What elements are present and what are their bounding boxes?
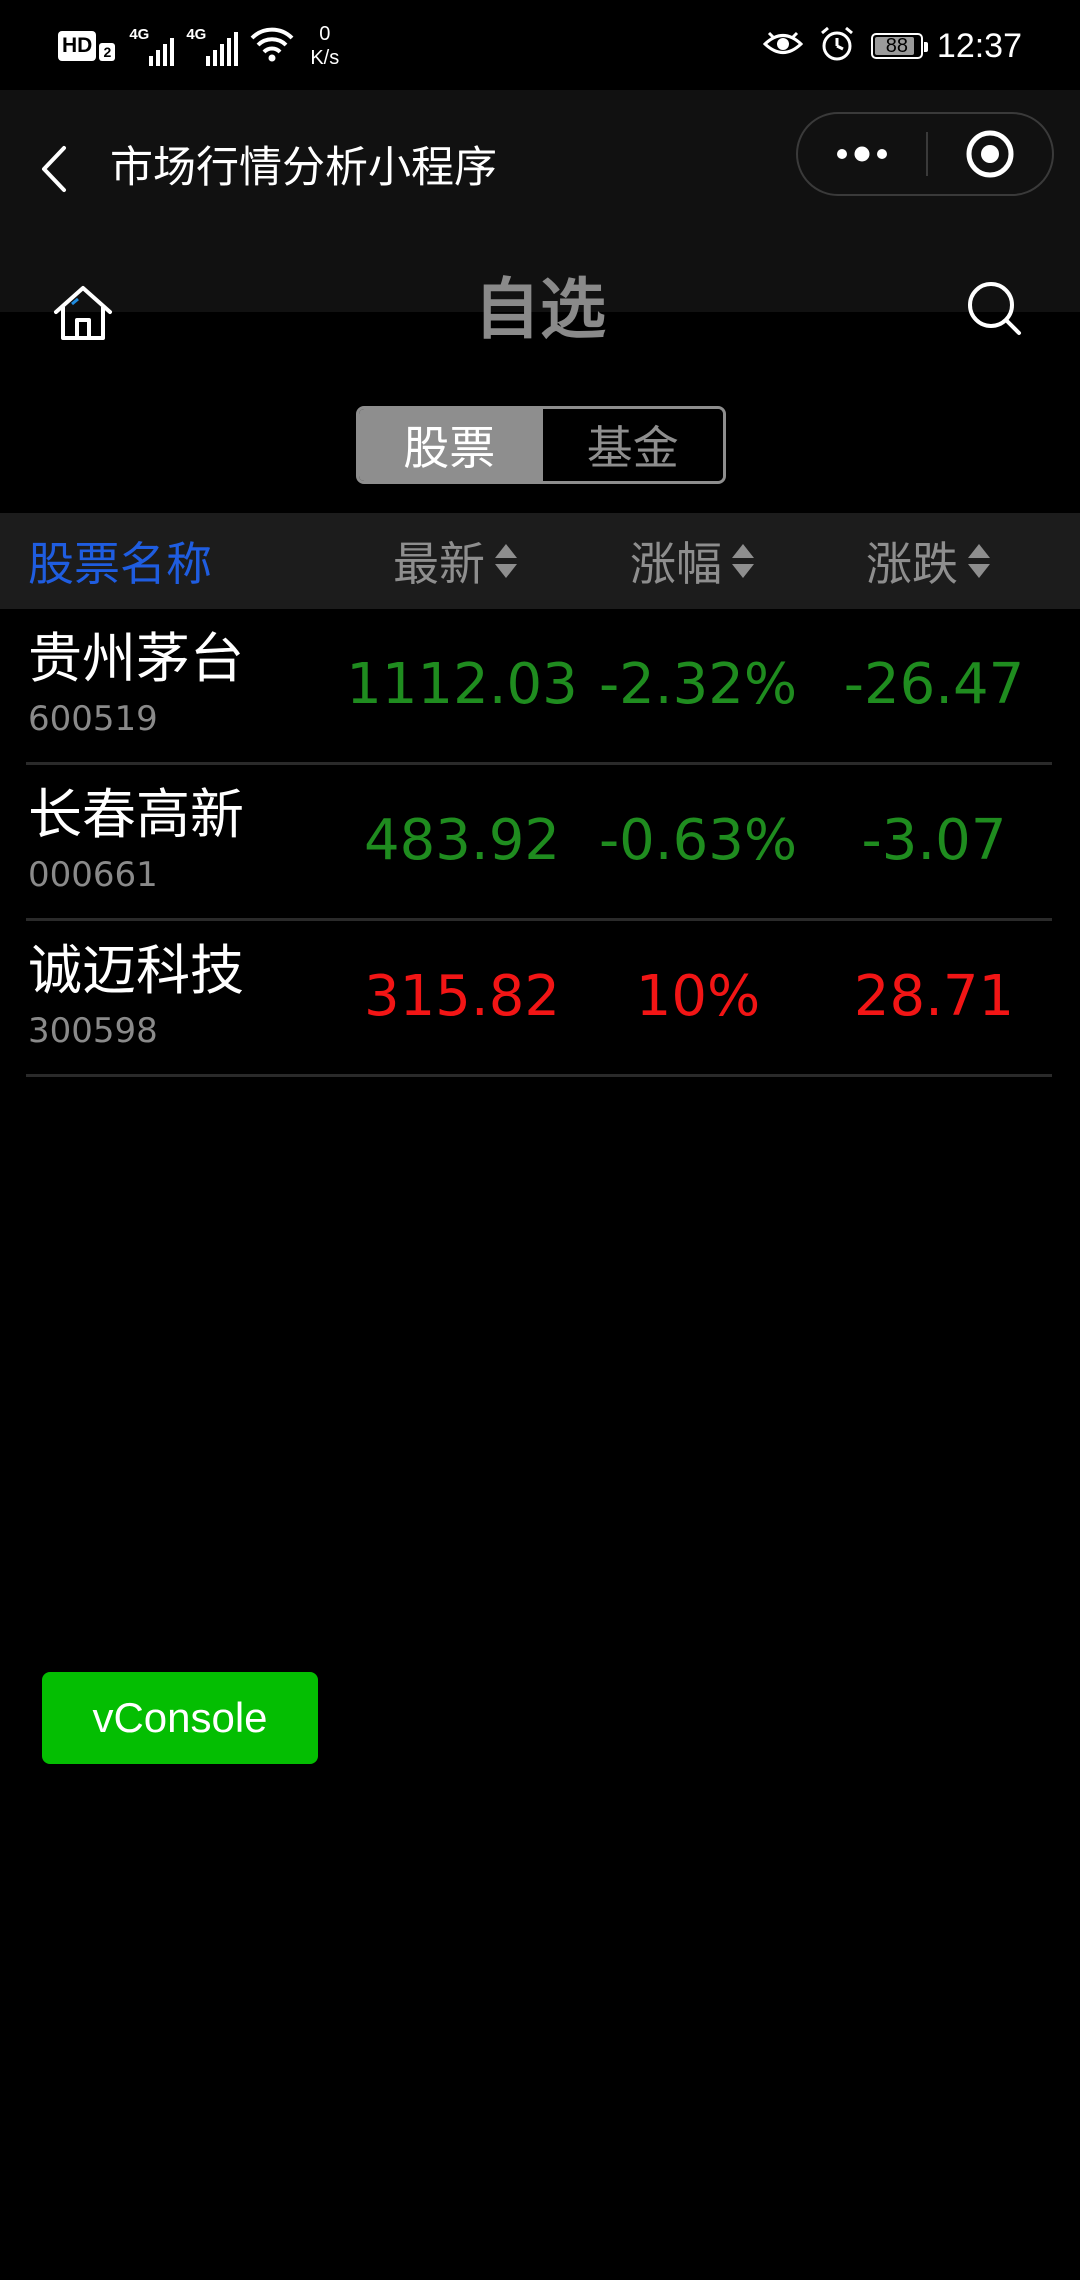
stock-change: -3.07 (861, 807, 1007, 873)
tab-funds[interactable]: 基金 (539, 409, 723, 481)
stock-latest-price: 483.92 (364, 807, 560, 873)
header-pct-change[interactable]: 涨幅 (630, 513, 754, 609)
network-label-1: 4G (129, 26, 150, 43)
stock-pct-change: -2.32% (598, 651, 798, 717)
search-icon (968, 282, 1021, 335)
table-row[interactable]: 贵州茅台 600519 1112.03 -2.32% -26.47 (26, 609, 1052, 765)
stock-change: -26.47 (843, 651, 1025, 717)
stock-name: 长春高新 (28, 783, 244, 846)
tab-stocks[interactable]: 股票 (359, 409, 540, 481)
more-button[interactable] (798, 114, 926, 194)
header-stock-name: 股票名称 (28, 537, 212, 591)
page-title: 自选 (474, 271, 606, 348)
stock-change: 28.71 (853, 963, 1015, 1029)
net-speed-unit: K/s (310, 47, 340, 69)
hd-sub-badge: 2 (99, 43, 116, 61)
sort-icon (732, 544, 754, 578)
hd-badge: HD (58, 31, 97, 61)
status-bar: HD 2 4G 4G 0 K/s 88 12:37 (0, 0, 1080, 90)
stock-code: 000661 (28, 855, 158, 895)
net-speed: 0 K/s (310, 22, 339, 70)
clock: 12:37 (936, 26, 1022, 65)
eye-icon (762, 29, 804, 63)
stock-latest-price: 315.82 (364, 963, 560, 1029)
mini-program-capsule (796, 112, 1054, 196)
battery-level: 88 (885, 34, 909, 57)
header-change[interactable]: 涨跌 (866, 513, 990, 609)
signal-icon-2: 4G (186, 26, 239, 66)
signal-icon-1: 4G (129, 26, 175, 66)
header-latest-label: 最新 (393, 537, 485, 591)
stock-pct-change: -0.63% (598, 807, 798, 873)
table-row[interactable]: 长春高新 000661 483.92 -0.63% -3.07 (26, 765, 1052, 921)
close-button[interactable] (928, 114, 1052, 194)
asset-type-segment: 股票 基金 (356, 406, 726, 484)
stock-name: 贵州茅台 (28, 627, 244, 690)
stock-code: 600519 (28, 699, 158, 739)
stock-latest-price: 1112.03 (346, 651, 578, 717)
sort-icon (968, 544, 990, 578)
stock-code: 300598 (28, 1011, 158, 1051)
wifi-icon (250, 26, 294, 66)
back-button[interactable] (24, 126, 82, 212)
table-row[interactable]: 诚迈科技 300598 315.82 10% 28.71 (26, 921, 1052, 1077)
sort-icon (495, 544, 517, 578)
net-speed-value: 0 (319, 23, 331, 45)
table-header: 股票名称 最新 涨幅 涨跌 (0, 513, 1080, 609)
header-change-label: 涨跌 (866, 537, 958, 591)
close-target-icon (966, 130, 1014, 178)
alarm-icon (819, 26, 855, 66)
network-label-2: 4G (186, 26, 207, 43)
app-title: 市场行情分析小程序 (110, 143, 497, 193)
status-right: 88 12:37 (762, 20, 1022, 72)
stock-pct-change: 10% (635, 963, 761, 1029)
nav-bar: 市场行情分析小程序 自选 (0, 90, 1080, 348)
header-pct-label: 涨幅 (630, 537, 722, 591)
vconsole-button[interactable]: vConsole (42, 1672, 318, 1764)
status-left: HD 2 4G 4G 0 K/s (58, 20, 339, 72)
more-icon (837, 146, 887, 162)
stock-name: 诚迈科技 (28, 939, 244, 1002)
back-icon (42, 146, 66, 192)
battery-icon: 88 (870, 33, 928, 59)
header-latest[interactable]: 最新 (393, 513, 517, 609)
search-button[interactable] (964, 278, 1026, 340)
